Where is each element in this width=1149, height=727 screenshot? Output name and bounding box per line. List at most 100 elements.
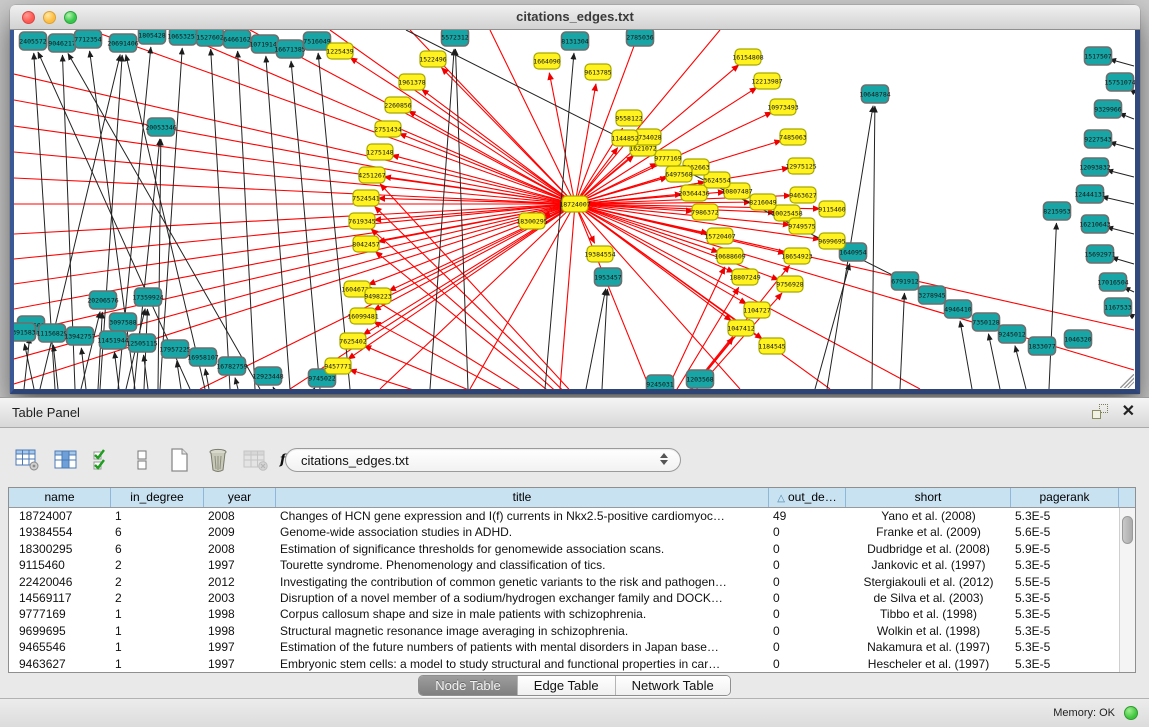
- cited-paper-node[interactable]: 15692971: [1084, 245, 1115, 263]
- delete-column-icon[interactable]: [204, 447, 231, 473]
- table-row[interactable]: 1872400712008Changes of HCN gene express…: [9, 508, 1135, 524]
- paper-node[interactable]: 9699695: [818, 233, 845, 249]
- cited-paper-node[interactable]: 1167533: [1104, 298, 1131, 316]
- paper-node[interactable]: 18300295: [516, 213, 547, 229]
- paper-node[interactable]: 8042457: [352, 236, 379, 252]
- delete-table-icon[interactable]: [242, 447, 269, 473]
- table-scrollbar-thumb[interactable]: [1122, 516, 1133, 544]
- cited-paper-node[interactable]: 2405572: [19, 32, 46, 50]
- cited-paper-node[interactable]: 10648784: [859, 85, 890, 103]
- column-header-in_degree[interactable]: in_degree: [111, 488, 204, 507]
- cited-paper-node[interactable]: 3097588: [109, 313, 136, 331]
- paper-node[interactable]: 9498223: [364, 288, 391, 304]
- paper-node[interactable]: 19384554: [584, 246, 615, 262]
- cited-paper-node[interactable]: 16782759: [216, 357, 247, 375]
- cited-paper-node[interactable]: 1833077: [1028, 337, 1055, 355]
- cited-paper-node[interactable]: 12923448: [252, 367, 283, 385]
- cited-paper-node[interactable]: 1805428: [138, 30, 165, 44]
- column-header-short[interactable]: short: [846, 488, 1011, 507]
- cited-paper-node[interactable]: 12093832: [1079, 158, 1110, 176]
- cited-paper-node[interactable]: 16210643: [1079, 215, 1110, 233]
- cited-paper-node[interactable]: 2785036: [626, 30, 653, 46]
- paper-node[interactable]: 20364436: [678, 185, 709, 201]
- paper-node[interactable]: 9756928: [776, 276, 803, 292]
- cited-paper-node[interactable]: 11156829: [36, 324, 67, 342]
- cited-paper-node[interactable]: 8215953: [1043, 202, 1070, 220]
- cited-paper-node[interactable]: 1203568: [686, 370, 713, 388]
- table-row[interactable]: 1938455462009Genome-wide association stu…: [9, 524, 1135, 540]
- paper-node[interactable]: 1104727: [743, 302, 770, 318]
- paper-node[interactable]: 18807249: [729, 269, 760, 285]
- paper-node[interactable]: 7485063: [779, 129, 806, 145]
- paper-node[interactable]: 9558122: [615, 110, 642, 126]
- column-header-pagerank[interactable]: pagerank: [1011, 488, 1119, 507]
- paper-node[interactable]: 1664090: [533, 53, 560, 69]
- paper-node[interactable]: 10688609: [714, 248, 745, 264]
- paper-node[interactable]: 12975125: [785, 158, 816, 174]
- column-selection-icon[interactable]: [90, 447, 117, 473]
- cited-paper-node[interactable]: 9391583: [14, 323, 36, 341]
- create-column-icon[interactable]: [166, 447, 193, 473]
- cited-paper-node[interactable]: 6466162: [223, 30, 250, 48]
- column-header-title[interactable]: title: [276, 488, 769, 507]
- paper-node[interactable]: 18654923: [781, 248, 812, 264]
- table-row[interactable]: 946554611997Estimation of the future num…: [9, 639, 1135, 655]
- cited-paper-node[interactable]: 11451944: [97, 331, 128, 349]
- cited-paper-node[interactable]: 17359924: [132, 288, 163, 306]
- table-row[interactable]: 946362711997Embryonic stem cells: a mode…: [9, 656, 1135, 672]
- paper-node[interactable]: 2260856: [384, 97, 411, 113]
- window-titlebar[interactable]: citations_edges.txt: [10, 5, 1140, 30]
- paper-node[interactable]: 1275148: [366, 144, 393, 160]
- paper-node[interactable]: 7619345: [348, 213, 375, 229]
- column-header-year[interactable]: year: [204, 488, 276, 507]
- cited-paper-node[interactable]: 12444131: [1074, 185, 1105, 203]
- close-panel-icon[interactable]: ✕: [1122, 404, 1135, 419]
- table-row[interactable]: 1456911722003Disruption of a novel membe…: [9, 590, 1135, 606]
- table-row[interactable]: 1830029562008Estimation of significance …: [9, 541, 1135, 557]
- cited-paper-node[interactable]: 20206576: [87, 291, 118, 309]
- paper-node[interactable]: 7524541: [352, 190, 379, 206]
- cited-paper-node[interactable]: 13942757: [64, 327, 95, 345]
- paper-node[interactable]: 9115460: [818, 201, 845, 217]
- paper-node[interactable]: 9777169: [654, 150, 681, 166]
- cited-paper-node[interactable]: 1953457: [594, 268, 621, 286]
- cited-paper-node[interactable]: 15751074: [1104, 73, 1135, 91]
- network-canvas[interactable]: 2405572904621777123542069140618054281065…: [14, 30, 1135, 389]
- table-row[interactable]: 969969511998Structural magnetic resonanc…: [9, 623, 1135, 639]
- table-row[interactable]: 911546021997Tourette syndrome. Phenomeno…: [9, 557, 1135, 573]
- cited-paper-node[interactable]: 3278945: [918, 286, 945, 304]
- cited-paper-node[interactable]: 6791912: [891, 272, 918, 290]
- paper-node[interactable]: 7986372: [691, 204, 718, 220]
- cited-paper-node[interactable]: 1046320: [1064, 330, 1091, 348]
- paper-node[interactable]: 9613785: [584, 64, 611, 80]
- paper-node[interactable]: 1144852: [611, 130, 638, 146]
- paper-node[interactable]: 1047412: [727, 320, 754, 336]
- float-panel-icon[interactable]: [1092, 404, 1108, 419]
- cited-paper-node[interactable]: 16958107: [187, 348, 218, 366]
- show-columns-icon[interactable]: [52, 447, 79, 473]
- cited-paper-node[interactable]: 5572312: [441, 30, 468, 46]
- paper-node[interactable]: 6497568: [665, 166, 692, 182]
- cited-paper-node[interactable]: 17016504: [1097, 273, 1128, 291]
- cited-paper-node[interactable]: 9046217: [48, 34, 75, 52]
- cited-paper-node[interactable]: 9329966: [1094, 100, 1121, 118]
- table-row[interactable]: 2242004622012Investigating the contribut…: [9, 574, 1135, 590]
- paper-node[interactable]: 10973493: [767, 99, 798, 115]
- cited-paper-node[interactable]: 10653257: [167, 30, 198, 45]
- paper-node[interactable]: 9749575: [788, 218, 815, 234]
- tab-network-table[interactable]: Network Table: [616, 676, 730, 695]
- paper-node[interactable]: 16099481: [347, 308, 378, 324]
- cited-paper-node[interactable]: 20053346: [145, 118, 176, 136]
- network-view-window[interactable]: citations_edges.txt 240557290462177712: [10, 5, 1140, 394]
- table-scrollbar[interactable]: [1119, 508, 1135, 672]
- paper-node[interactable]: 12213987: [751, 73, 782, 89]
- paper-node[interactable]: 8216049: [749, 194, 776, 210]
- cited-paper-node[interactable]: 9245031: [646, 375, 673, 389]
- paper-node[interactable]: 2751434: [374, 121, 401, 137]
- paper-node[interactable]: 9463627: [789, 187, 816, 203]
- cited-paper-node[interactable]: 17957225: [159, 340, 190, 358]
- cited-paper-node[interactable]: 1517507: [1084, 47, 1111, 65]
- paper-node[interactable]: 1225439: [326, 43, 353, 59]
- tab-node-table[interactable]: Node Table: [419, 676, 518, 695]
- cited-paper-node[interactable]: 7350128: [972, 313, 999, 331]
